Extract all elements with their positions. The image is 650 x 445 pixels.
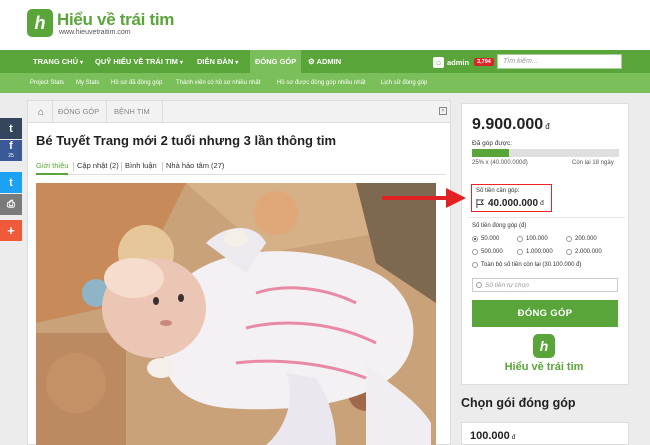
goal-value: 40.000.000 xyxy=(488,198,539,209)
currency-symbol: đ xyxy=(540,200,544,207)
campaign-content: ⌂ ĐÓNG GÓP BỆNH TIM × Bé Tuyết Trang mới… xyxy=(27,100,451,445)
currency-symbol: đ xyxy=(545,122,550,131)
avatar: ⌂ xyxy=(433,56,444,68)
total-donated-value: 9.900.000 xyxy=(472,116,544,133)
gear-icon: ⚙ xyxy=(308,57,315,66)
tab-divider xyxy=(162,162,163,171)
main-nav: TRANG CHỦ ▾ QUỸ HIỂU VỀ TRÁI TIM ▾ DIỄN ĐÀ… xyxy=(0,50,650,73)
tumblr-icon[interactable]: t xyxy=(0,118,22,139)
packages-title: Chọn gói đóng góp xyxy=(461,396,576,410)
nav-item-fund[interactable]: QUỸ HIỂU VỀ TRÁI TIM ▾ xyxy=(95,50,183,73)
subnav-item-project-stats[interactable]: Project Stats xyxy=(30,73,64,93)
facebook-icon: f xyxy=(9,139,13,152)
campaign-photo xyxy=(36,183,436,445)
radio-icon xyxy=(472,249,478,255)
progress-fill xyxy=(472,149,509,157)
logo-mark-icon: h xyxy=(27,9,53,37)
nav-item-forum[interactable]: DIỄN ĐÀN ▾ xyxy=(197,50,238,73)
sub-nav: Project Stats My Stats Hồ sơ đã đóng góp… xyxy=(0,73,650,93)
search-input[interactable]: Tìm kiếm... xyxy=(497,54,622,69)
subnav-item-my-stats[interactable]: My Stats xyxy=(76,73,99,93)
site-logo[interactable]: h Hiểu về trái tim www.hieuvetraitim.com xyxy=(27,9,174,37)
progress-percent-text: 25% x (40.000.000đ) xyxy=(472,160,528,166)
donation-panel: 9.900.000 đ Đã góp được: 25% x (40.000.00… xyxy=(461,103,629,385)
subnav-item-top-members[interactable]: Thành viên có hồ sơ nhiều nhất xyxy=(176,73,260,93)
package-card[interactable]: 100.000 đ xyxy=(461,422,629,445)
user-menu[interactable]: ⌂ admin 3,794 xyxy=(433,55,494,69)
amount-option-2000000[interactable]: 2.000.000 xyxy=(566,249,602,255)
radio-selected-icon xyxy=(472,236,478,242)
tab-comments[interactable]: Bình luận xyxy=(125,159,157,173)
logo-mark-icon: h xyxy=(533,334,555,358)
donate-button[interactable]: ĐÓNG GÓP xyxy=(472,300,618,327)
custom-amount-placeholder: Số tiền tự chọn xyxy=(485,281,529,289)
radio-icon xyxy=(566,236,572,242)
brand-name: Hiểu về trái tim xyxy=(504,361,584,373)
content-tabs: Giới thiệu Cập nhật (2) Bình luận Nhà hả… xyxy=(36,159,446,175)
radio-icon xyxy=(476,282,482,288)
days-remaining: Còn lại 18 ngày xyxy=(572,160,614,166)
goal-box: Số tiền cần góp: 40.000.000 đ xyxy=(471,184,552,212)
logo-url: www.hieuvetraitim.com xyxy=(59,28,131,36)
amount-option-50000[interactable]: 50.000 xyxy=(472,236,499,242)
amount-option-1000000[interactable]: 1.000.000 xyxy=(517,249,553,255)
breadcrumb-divider xyxy=(52,101,53,123)
tab-intro[interactable]: Giới thiệu xyxy=(36,159,69,175)
goal-label: Số tiền cần góp: xyxy=(476,188,520,194)
breadcrumb: ⌂ ĐÓNG GÓP BỆNH TIM × xyxy=(28,101,450,123)
notification-badge: 3,794 xyxy=(474,58,494,66)
site-header: h Hiểu về trái tim www.hieuvetraitim.com xyxy=(0,0,650,50)
breadcrumb-divider xyxy=(106,101,107,123)
custom-amount-input[interactable]: Số tiền tự chọn xyxy=(472,278,618,292)
amount-options-label: Số tiền đóng góp (đ) xyxy=(472,223,527,229)
breadcrumb-divider xyxy=(162,101,163,123)
tab-donors[interactable]: Nhà hảo tâm (27) xyxy=(166,159,224,173)
tab-divider xyxy=(73,162,74,171)
chevron-down-icon: ▾ xyxy=(80,60,84,66)
home-icon[interactable]: ⌂ xyxy=(34,105,48,119)
amount-option-500000[interactable]: 500.000 xyxy=(472,249,503,255)
radio-icon xyxy=(566,249,572,255)
facebook-share-button[interactable]: f 25 xyxy=(0,140,22,161)
nav-item-donate[interactable]: ĐÓNG GÓP xyxy=(250,50,302,73)
tab-divider xyxy=(121,162,122,171)
brand-logo: h Hiểu về trái tim xyxy=(504,334,584,373)
subnav-item-donated-profiles[interactable]: Hồ sơ đã đóng góp xyxy=(111,73,162,93)
more-icon[interactable]: + xyxy=(0,220,22,241)
radio-icon xyxy=(517,236,523,242)
amount-option-remaining[interactable]: Toàn bộ số tiền còn lại (30.100.000 đ) xyxy=(472,262,581,268)
donation-progress-bar xyxy=(472,149,619,157)
nav-item-home[interactable]: TRANG CHỦ ▾ xyxy=(33,50,83,73)
annotation-arrow-icon xyxy=(382,188,466,208)
nav-item-admin[interactable]: ⚙ ADMIN xyxy=(308,50,341,73)
amount-option-100000[interactable]: 100.000 xyxy=(517,236,548,242)
print-icon[interactable]: ⎙ xyxy=(0,194,22,215)
tab-updates[interactable]: Cập nhật (2) xyxy=(77,159,119,173)
radio-icon xyxy=(472,262,478,268)
package-price: 100.000 xyxy=(470,430,510,442)
radio-icon xyxy=(517,249,523,255)
user-name: admin xyxy=(447,57,470,67)
twitter-icon[interactable]: t xyxy=(0,172,22,193)
amount-option-200000[interactable]: 200.000 xyxy=(566,236,597,242)
currency-symbol: đ xyxy=(511,434,516,441)
chevron-down-icon: ▾ xyxy=(179,60,183,66)
subnav-item-top-profiles[interactable]: Hồ sơ được đóng góp nhiều nhất xyxy=(277,73,366,93)
breadcrumb-item-donate[interactable]: ĐÓNG GÓP xyxy=(58,101,99,123)
share-count: 25 xyxy=(8,152,14,159)
close-icon[interactable]: × xyxy=(439,107,447,115)
breadcrumb-item-heart-disease[interactable]: BỆNH TIM xyxy=(114,101,150,123)
total-donated: 9.900.000 đ xyxy=(472,116,550,134)
flag-icon xyxy=(476,199,485,208)
subnav-item-history[interactable]: Lịch sử đóng góp xyxy=(381,73,427,93)
divider xyxy=(467,217,625,218)
logo-name: Hiểu về trái tim xyxy=(57,9,175,29)
page-title: Bé Tuyết Trang mới 2 tuổi nhưng 3 lần th… xyxy=(36,133,337,148)
chevron-down-icon: ▾ xyxy=(235,60,239,66)
raised-label: Đã góp được: xyxy=(472,140,513,147)
